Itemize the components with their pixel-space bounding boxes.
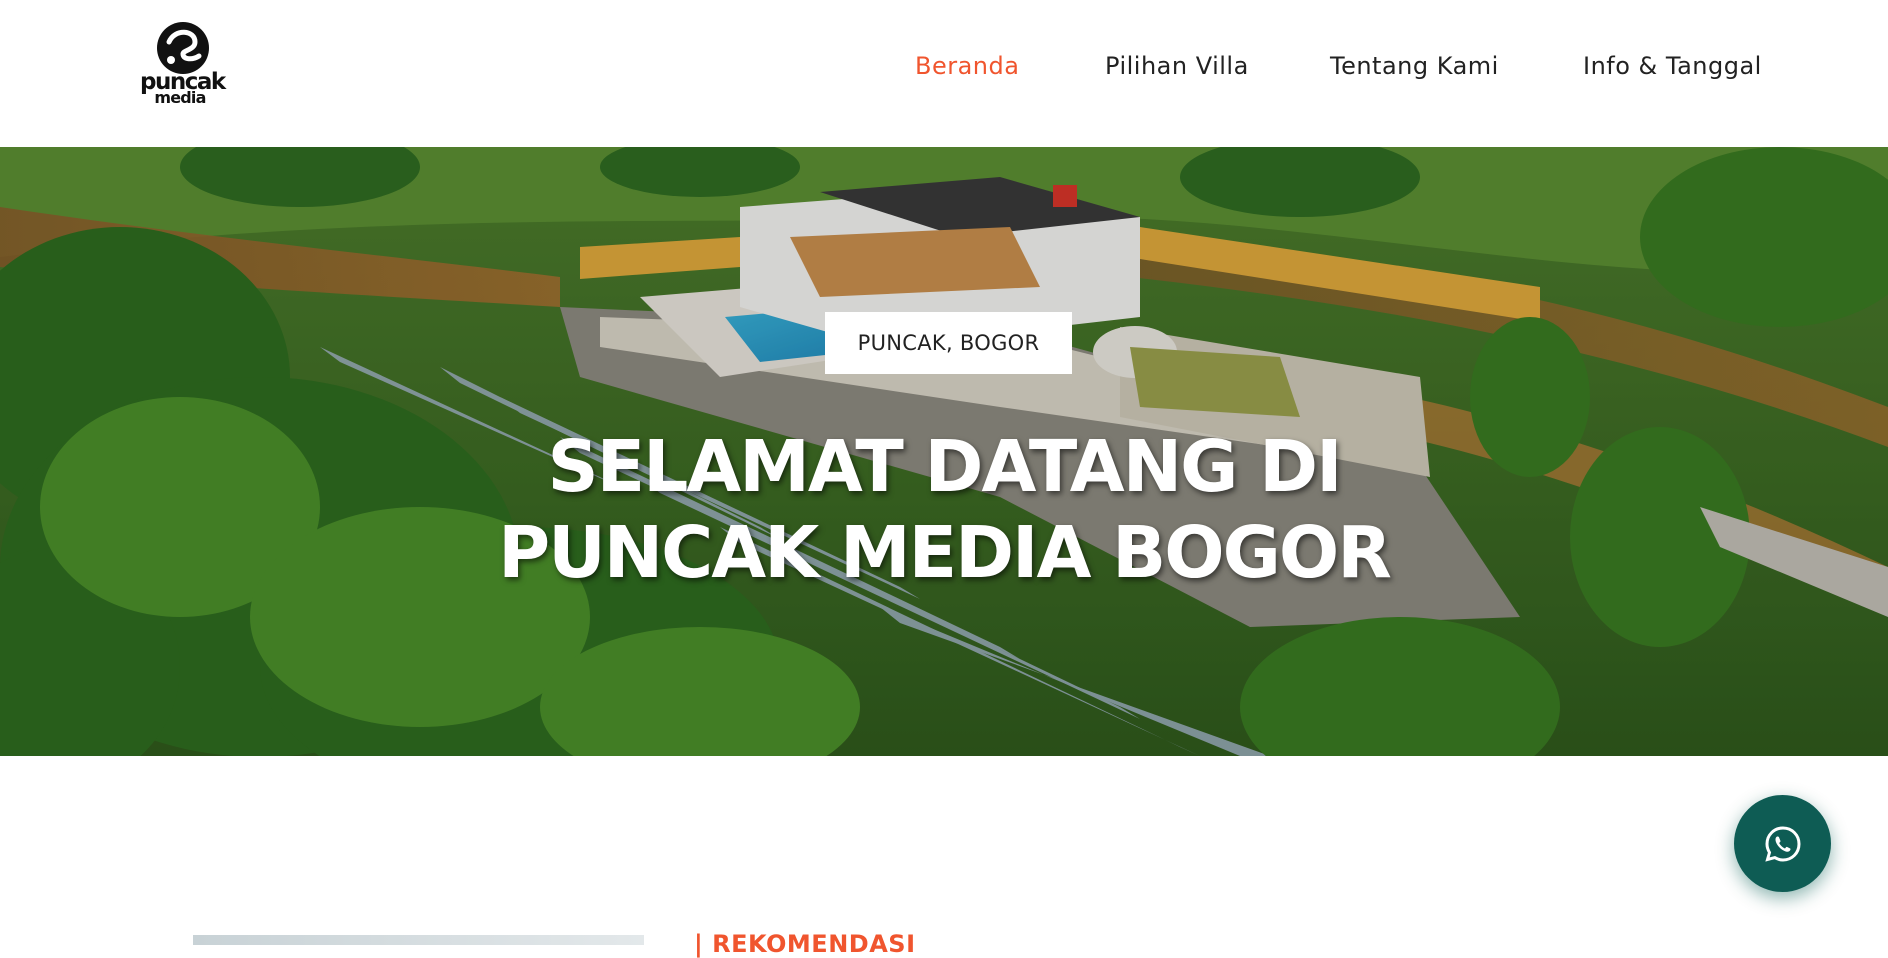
recommendation-section-label: | REKOMENDASI	[694, 930, 916, 958]
whatsapp-chat-button[interactable]	[1734, 795, 1831, 892]
nav-link-info-tanggal[interactable]: Info & Tanggal	[1583, 52, 1762, 80]
hero-title-line-1: SELAMAT DATANG DI	[547, 425, 1342, 508]
site-header: puncak media Beranda Pilihan Villa Tenta…	[0, 0, 1888, 147]
hero-title-line-2: PUNCAK MEDIA BOGOR	[498, 511, 1392, 594]
nav-link-pilihan-villa[interactable]: Pilihan Villa	[1105, 52, 1249, 80]
hero-title: SELAMAT DATANG DI PUNCAK MEDIA BOGOR	[344, 424, 1544, 596]
location-badge: PUNCAK, BOGOR	[825, 312, 1072, 374]
hero-banner: PUNCAK, BOGOR SELAMAT DATANG DI PUNCAK M…	[0, 147, 1888, 756]
main-navigation: Beranda Pilihan Villa Tentang Kami Info …	[0, 52, 1888, 92]
nav-link-beranda[interactable]: Beranda	[915, 52, 1019, 80]
recommendation-image[interactable]	[193, 935, 644, 945]
nav-link-tentang-kami[interactable]: Tentang Kami	[1330, 52, 1499, 80]
whatsapp-icon	[1764, 825, 1801, 862]
